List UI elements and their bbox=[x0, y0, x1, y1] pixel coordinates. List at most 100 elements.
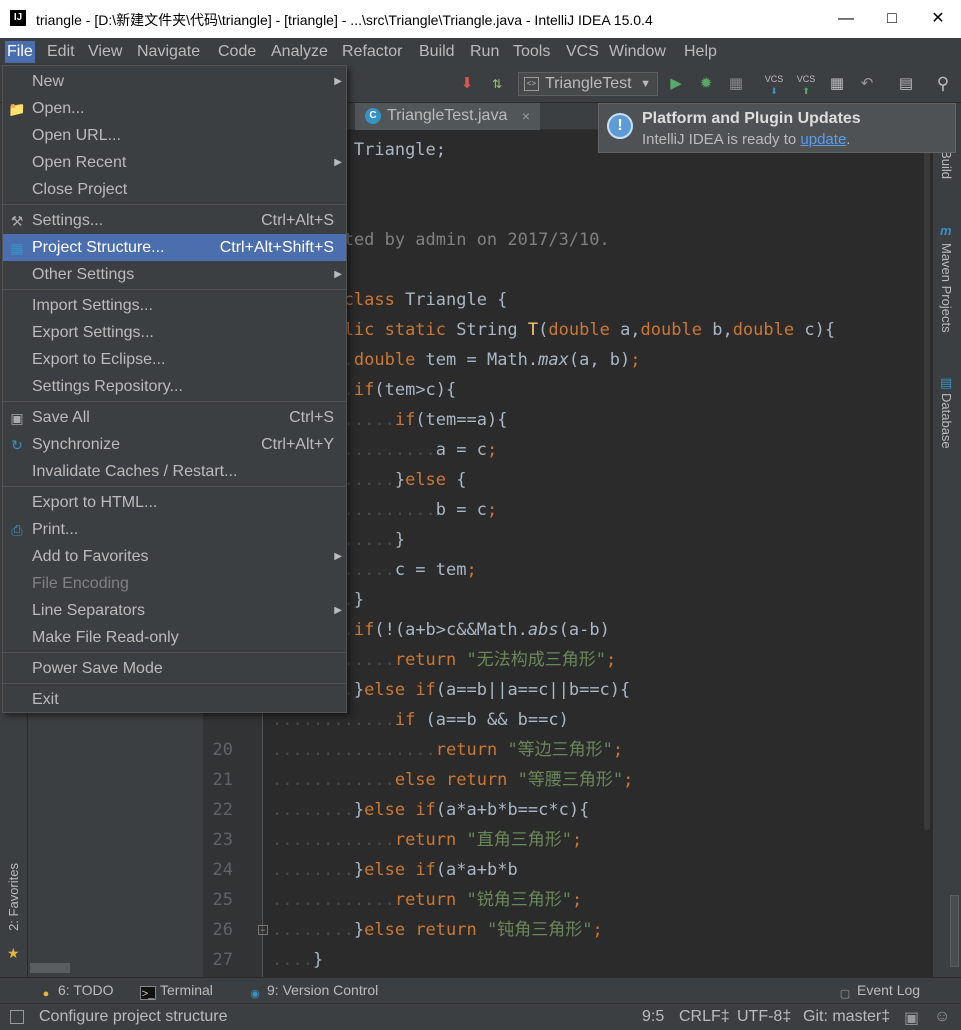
menu-view[interactable]: View bbox=[86, 41, 124, 63]
update-link[interactable]: update bbox=[800, 131, 846, 148]
search-icon[interactable]: ⚲ bbox=[932, 73, 954, 95]
minimize-icon[interactable]: — bbox=[823, 0, 869, 38]
menu-item-label: Print... bbox=[32, 521, 79, 538]
vcs-compare-icon[interactable]: ▦ bbox=[826, 73, 848, 95]
line-number: 25 bbox=[212, 890, 233, 910]
menu-item-shortcut: Ctrl+Alt+Y bbox=[261, 436, 334, 453]
code-line[interactable]: ................return "等边三角形"; bbox=[272, 735, 623, 765]
menu-item-file-encoding[interactable]: File Encoding bbox=[3, 570, 346, 597]
menu-vcs[interactable]: VCS bbox=[564, 41, 601, 63]
scrollbar-thumb[interactable] bbox=[924, 150, 930, 830]
tab-triangletest-java[interactable]: C TriangleTest.java × bbox=[355, 103, 540, 130]
code-editor[interactable]: package Triangle;/** * Created by admin … bbox=[264, 130, 922, 977]
menu-item-open-url[interactable]: Open URL... bbox=[3, 122, 346, 149]
fold-collapse-icon[interactable]: − bbox=[258, 925, 268, 935]
menu-item-print[interactable]: ⎙ Print... bbox=[3, 516, 346, 543]
menu-item-other-settings[interactable]: Other Settings ▶ bbox=[3, 261, 346, 288]
editor-scrollbar[interactable] bbox=[922, 130, 932, 977]
project-structure-toolbar-icon[interactable]: ▤ bbox=[895, 73, 917, 95]
line-separator-selector[interactable]: CRLF‡ bbox=[679, 1008, 730, 1026]
menu-item-label: Open Recent bbox=[32, 154, 127, 171]
menu-item-close-project[interactable]: Close Project bbox=[3, 176, 346, 203]
notification-title: Platform and Plugin Updates bbox=[642, 110, 861, 127]
menu-item-label: Invalidate Caches / Restart... bbox=[32, 463, 238, 480]
maven-icon: m bbox=[940, 223, 952, 238]
maven-projects-tool-button[interactable]: Maven Projects bbox=[939, 243, 954, 333]
version-control-tool-button[interactable]: ◉ 9: Version Control bbox=[247, 982, 378, 1001]
memory-indicator bbox=[950, 895, 959, 967]
run-configuration-select[interactable]: <> TriangleTest ▼ bbox=[518, 72, 658, 96]
code-line[interactable]: ........}else if(a*a+b*b==c*c){ bbox=[272, 795, 589, 825]
event-log-tool-button[interactable]: ▢ Event Log bbox=[837, 982, 920, 1001]
encoding-selector[interactable]: UTF-8‡ bbox=[737, 1008, 791, 1026]
terminal-tool-button[interactable]: >_ Terminal bbox=[140, 982, 213, 1000]
menu-analyze[interactable]: Analyze bbox=[269, 41, 330, 63]
database-tool-button[interactable]: Database bbox=[939, 393, 954, 449]
menu-item-export-settings[interactable]: Export Settings... bbox=[3, 319, 346, 346]
code-line[interactable]: ....public static String T(double a,doub… bbox=[272, 315, 835, 345]
menu-refactor[interactable]: Refactor bbox=[340, 41, 404, 63]
menu-item-synchronize[interactable]: ↻ Synchronize Ctrl+Alt+Y bbox=[3, 431, 346, 458]
favorites-tool-button[interactable]: 2: Favorites bbox=[6, 863, 21, 931]
coverage-icon[interactable]: ▦ bbox=[725, 73, 747, 95]
menu-item-settings[interactable]: ⚒ Settings... Ctrl+Alt+S bbox=[3, 207, 346, 234]
menu-tools[interactable]: Tools bbox=[511, 41, 552, 63]
code-line[interactable]: ........}else return "钝角三角形"; bbox=[272, 915, 603, 945]
menu-item-save-all[interactable]: ▣ Save All Ctrl+S bbox=[3, 404, 346, 431]
menu-item-export-to-html[interactable]: Export to HTML... bbox=[3, 489, 346, 516]
download-arrow-icon[interactable]: ⬇ bbox=[456, 73, 478, 95]
menu-item-import-settings[interactable]: Import Settings... bbox=[3, 292, 346, 319]
caret-position[interactable]: 9:5 bbox=[642, 1008, 664, 1026]
code-line[interactable]: ............return "锐角三角形"; bbox=[272, 885, 582, 915]
vcs-commit-icon[interactable]: VCS ⬆ bbox=[795, 73, 817, 96]
menu-help[interactable]: Help bbox=[682, 41, 719, 63]
menu-item-project-structure[interactable]: ▦ Project Structure... Ctrl+Alt+Shift+S bbox=[3, 234, 346, 261]
menu-code[interactable]: Code bbox=[216, 41, 258, 63]
menu-item-label: Settings... bbox=[32, 212, 104, 229]
debug-icon[interactable]: ✹ bbox=[695, 73, 717, 95]
menu-item-power-save-mode[interactable]: Power Save Mode bbox=[3, 655, 346, 682]
menu-file[interactable]: File bbox=[5, 41, 35, 63]
code-line[interactable]: ............else return "等腰三角形"; bbox=[272, 765, 633, 795]
info-icon: ! bbox=[607, 113, 633, 139]
menu-edit[interactable]: Edit bbox=[45, 41, 77, 63]
revert-icon[interactable]: ↶ bbox=[856, 73, 878, 95]
lock-icon[interactable]: ▣ bbox=[904, 1008, 919, 1028]
tool-windows-toggle-icon[interactable] bbox=[10, 1010, 24, 1024]
menu-item-line-separators[interactable]: Line Separators ▶ bbox=[3, 597, 346, 624]
menu-item-open-recent[interactable]: Open Recent ▶ bbox=[3, 149, 346, 176]
menu-build[interactable]: Build bbox=[417, 41, 457, 63]
menu-item-exit[interactable]: Exit bbox=[3, 686, 346, 713]
menu-item-label: Project Structure... bbox=[32, 239, 165, 256]
code-line[interactable]: ....} bbox=[272, 945, 323, 975]
todo-tool-button[interactable]: ● 6: TODO bbox=[38, 982, 114, 1001]
menu-item-add-to-favorites[interactable]: Add to Favorites ▶ bbox=[3, 543, 346, 570]
menu-navigate[interactable]: Navigate bbox=[135, 41, 202, 63]
menu-run[interactable]: Run bbox=[468, 41, 501, 63]
tab-close-icon[interactable]: × bbox=[522, 103, 530, 129]
sort-icon[interactable]: ⇅ bbox=[486, 73, 508, 95]
run-icon[interactable]: ▶ bbox=[665, 73, 687, 95]
todo-icon: ● bbox=[42, 988, 50, 1000]
menu-window[interactable]: Window bbox=[607, 41, 668, 63]
maximize-icon[interactable]: □ bbox=[869, 0, 915, 38]
menu-item-open[interactable]: 📁 Open... bbox=[3, 95, 346, 122]
code-line[interactable]: ............return "直角三角形"; bbox=[272, 825, 582, 855]
menu-item-new[interactable]: New ▶ bbox=[3, 68, 346, 95]
horizontal-scrollbar[interactable] bbox=[30, 963, 70, 973]
code-line[interactable]: ........}else if(a*a+b*b bbox=[272, 855, 518, 885]
notification-text: IntelliJ IDEA is ready to update. bbox=[642, 131, 851, 148]
save-icon: ▣ bbox=[10, 410, 24, 426]
menu-item-make-file-read-only[interactable]: Make File Read-only bbox=[3, 624, 346, 651]
close-icon[interactable]: ✕ bbox=[915, 0, 961, 38]
git-branch-selector[interactable]: Git: master‡ bbox=[803, 1008, 890, 1026]
vcs-update-icon[interactable]: VCS ⬇ bbox=[763, 73, 785, 96]
menu-separator bbox=[3, 401, 346, 402]
menu-item-settings-repository[interactable]: Settings Repository... bbox=[3, 373, 346, 400]
terminal-icon: >_ bbox=[140, 986, 156, 1000]
menu-item-invalidate-caches-restart[interactable]: Invalidate Caches / Restart... bbox=[3, 458, 346, 485]
inspector-icon[interactable]: ☺ bbox=[934, 1008, 950, 1026]
menu-item-label: Export Settings... bbox=[32, 324, 154, 341]
update-notification[interactable]: ! Platform and Plugin Updates IntelliJ I… bbox=[598, 103, 956, 153]
menu-item-export-to-eclipse[interactable]: Export to Eclipse... bbox=[3, 346, 346, 373]
